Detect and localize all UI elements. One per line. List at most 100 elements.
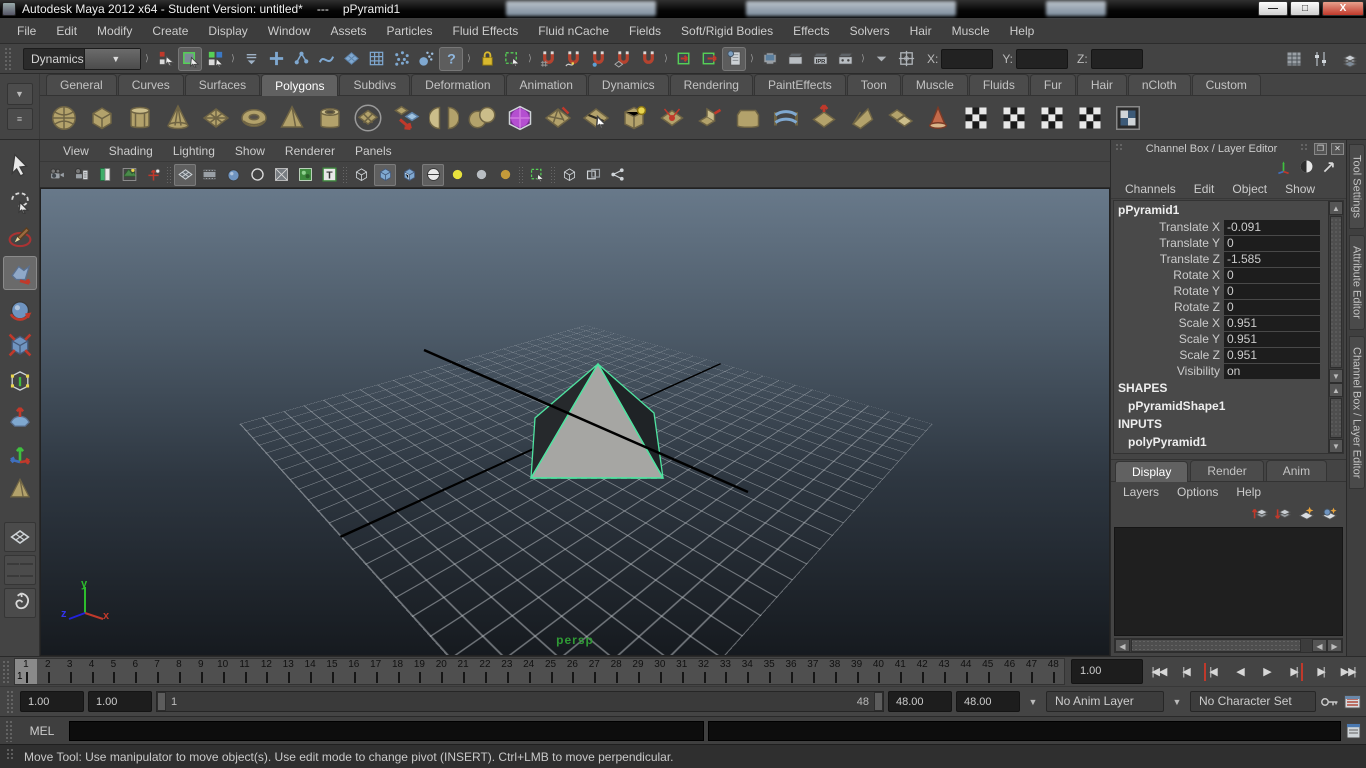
frame-19[interactable]: 19 (408, 659, 430, 684)
shelf-tab-deformation[interactable]: Deformation (411, 74, 505, 95)
frame-31[interactable]: 31 (671, 659, 693, 684)
shelf-poly-pipe-button[interactable] (314, 102, 346, 134)
exposure-share-button[interactable] (606, 164, 628, 186)
select-by-hierarchy-button[interactable] (153, 47, 177, 71)
mask-joints-button[interactable] (289, 47, 313, 71)
create-empty-layer-button[interactable] (1297, 504, 1315, 525)
playback-end-field[interactable]: 48.00 (888, 691, 952, 712)
frame-38[interactable]: 38 (824, 659, 846, 684)
frame-14[interactable]: 14 (299, 659, 321, 684)
set-object-selection-mask-button[interactable] (239, 47, 263, 71)
mask-misc-button[interactable]: ? (439, 46, 463, 71)
z-coord-input[interactable] (1090, 48, 1143, 69)
frame-20[interactable]: 20 (430, 659, 452, 684)
shelf-merge-vertices-button[interactable] (656, 102, 688, 134)
channel-value-field[interactable]: on (1224, 363, 1320, 379)
mask-surfaces-button[interactable] (339, 47, 363, 71)
frame-25[interactable]: 25 (540, 659, 562, 684)
output-connections-button[interactable] (697, 47, 721, 71)
character-set-selector[interactable]: No Character Set (1190, 691, 1316, 712)
title-bar[interactable]: Autodesk Maya 2012 x64 - Student Version… (0, 0, 1366, 18)
sidebar-tab-tool-settings[interactable]: Tool Settings (1348, 144, 1365, 229)
shelf-tab-curves[interactable]: Curves (117, 74, 184, 95)
channel-label[interactable]: Translate Y (1114, 236, 1224, 250)
shelf-wedge-face-button[interactable] (846, 102, 878, 134)
frame-43[interactable]: 43 (933, 659, 955, 684)
show-manipulator-tool-button[interactable] (3, 436, 37, 470)
manip-update-icon[interactable] (1275, 158, 1292, 178)
frame-11[interactable]: 11 (234, 659, 256, 684)
speed-state-icon[interactable] (1298, 158, 1315, 178)
frame-36[interactable]: 36 (780, 659, 802, 684)
textured-mode-button[interactable] (398, 164, 420, 186)
shelf-tab-hair[interactable]: Hair (1076, 74, 1127, 95)
frame-4[interactable]: 4 (81, 659, 103, 684)
shelf-tab-subdivs[interactable]: Subdivs (339, 74, 411, 95)
shelf-booleans-difference-button[interactable] (466, 102, 498, 134)
frame-22[interactable]: 22 (474, 659, 496, 684)
play-backwards-button[interactable]: ◀ (1228, 662, 1252, 682)
layer-tab-display[interactable]: Display (1115, 461, 1189, 482)
layer-menu-layers[interactable]: Layers (1115, 483, 1167, 501)
script-editor-icon[interactable] (1345, 722, 1363, 740)
toggle-channel-box-button[interactable] (1336, 47, 1360, 71)
shelf-bridge-button[interactable] (770, 102, 802, 134)
open-render-view-button[interactable] (758, 47, 782, 71)
channel-box-menu-edit[interactable]: Edit (1186, 180, 1223, 198)
y-coord-input[interactable] (1016, 48, 1069, 69)
shelf-poly-cone-button[interactable] (162, 102, 194, 134)
snap-to-grids-button[interactable] (536, 47, 560, 71)
move-layer-up-button[interactable] (1251, 504, 1269, 525)
status-line-grip[interactable] (3, 46, 13, 71)
frame-10[interactable]: 10 (212, 659, 234, 684)
layer-menu-help[interactable]: Help (1228, 483, 1269, 501)
frame-40[interactable]: 40 (868, 659, 890, 684)
frame-39[interactable]: 39 (846, 659, 868, 684)
grease-pencil-button[interactable] (174, 163, 196, 186)
snap-to-points-button[interactable] (586, 47, 610, 71)
channel-label[interactable]: Scale Z (1114, 348, 1224, 362)
shelf-uv-spherical-mapping-button[interactable] (1036, 102, 1068, 134)
input-node-name[interactable]: polyPyramid1 (1114, 433, 1328, 451)
step-back-frame-button[interactable]: | ◀ (1174, 662, 1198, 682)
safe-title-button[interactable]: T (318, 164, 340, 186)
lasso-tool-button[interactable] (3, 184, 37, 218)
bookmarks-button[interactable] (94, 164, 116, 186)
anim-layer-selector[interactable]: No Anim Layer (1046, 691, 1164, 712)
input-connections-button[interactable] (672, 47, 696, 71)
menu-set-selector[interactable]: Dynamics ▼ (23, 47, 141, 70)
menu-file[interactable]: File (8, 20, 45, 42)
isolate-select-button[interactable] (526, 164, 548, 186)
scroll-up-arrow-2[interactable]: ▲ (1329, 383, 1343, 397)
wireframe-mode-button[interactable] (350, 164, 372, 186)
frame-45[interactable]: 45 (977, 659, 999, 684)
layer-list[interactable] (1114, 527, 1343, 636)
last-tool-used-button[interactable] (3, 472, 37, 506)
render-current-frame-button[interactable] (783, 47, 807, 71)
shelf-tab-general[interactable]: General (46, 74, 117, 95)
menu-assets[interactable]: Assets (321, 20, 375, 42)
group-collapser-icon[interactable]: ⟩ (142, 53, 152, 64)
shelf-tab-fur[interactable]: Fur (1029, 74, 1076, 95)
shelf-smooth-button[interactable] (504, 102, 536, 134)
animation-end-field[interactable]: 48.00 (956, 691, 1020, 712)
shelf-append-to-polygon-button[interactable] (618, 102, 650, 134)
mask-deformations-button[interactable] (364, 47, 388, 71)
mask-rendering-button[interactable] (414, 47, 438, 71)
construction-history-button[interactable] (722, 46, 746, 71)
input-field-options-button[interactable] (869, 47, 893, 71)
smooth-shade-mode-button[interactable] (374, 163, 396, 186)
menu-solvers[interactable]: Solvers (841, 20, 899, 42)
frame-9[interactable]: 9 (190, 659, 212, 684)
frame-41[interactable]: 41 (889, 659, 911, 684)
frame-16[interactable]: 16 (343, 659, 365, 684)
shelf-tab-muscle[interactable]: Muscle (901, 74, 968, 95)
2d-pan-zoom-button[interactable] (142, 164, 164, 186)
snap-to-curves-button[interactable] (561, 47, 585, 71)
frame-32[interactable]: 32 (693, 659, 715, 684)
highlight-selection-mode-button[interactable] (500, 47, 524, 71)
shelf-reduce-button[interactable] (542, 102, 574, 134)
image-plane-button[interactable] (118, 164, 140, 186)
frame-34[interactable]: 34 (736, 659, 758, 684)
close-panel-button[interactable]: ✕ (1331, 142, 1344, 155)
